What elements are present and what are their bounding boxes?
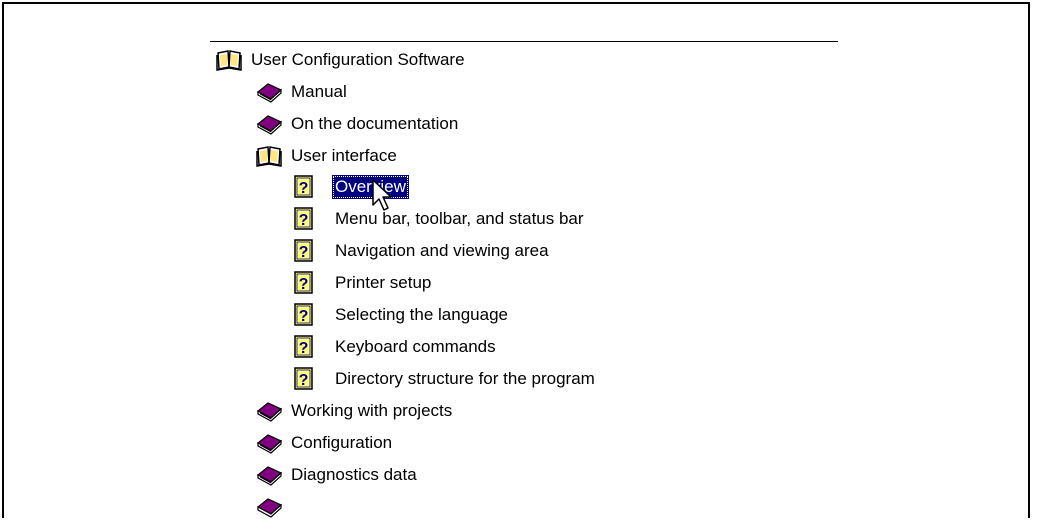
help-topic-icon: ? [294, 367, 314, 391]
tree-item-label: Overview [332, 175, 409, 199]
tree-topic-printer-setup[interactable]: ? Printer setup [294, 270, 434, 296]
contents-tree: User Configuration Software Manual On th… [0, 0, 1030, 518]
closed-book-icon [256, 496, 283, 518]
tree-topic-language[interactable]: ? Selecting the language [294, 302, 511, 328]
help-topic-icon: ? [294, 175, 314, 199]
tree-item-label [288, 506, 294, 508]
tree-item-label: Diagnostics data [291, 465, 417, 484]
tree-item-label: Configuration [291, 433, 393, 452]
tree-item-label: Menu bar, toolbar, and status bar [335, 209, 584, 228]
tree-topic-keyboard-commands[interactable]: ? Keyboard commands [294, 334, 499, 360]
tree-item-working-with-projects[interactable]: Working with projects [256, 398, 455, 424]
open-book-icon [256, 145, 282, 167]
open-book-icon [216, 49, 242, 71]
tree-item-partial[interactable] [256, 494, 294, 518]
tree-item-manual[interactable]: Manual [256, 79, 350, 105]
help-topic-icon: ? [294, 335, 314, 359]
tree-topic-overview[interactable]: ? Overview [294, 174, 409, 200]
closed-book-icon [256, 400, 283, 422]
tree-item-label: On the documentation [291, 114, 459, 133]
tree-item-diagnostics-data[interactable]: Diagnostics data [256, 462, 420, 488]
svg-text:?: ? [299, 180, 309, 197]
tree-item-label: Printer setup [335, 273, 432, 292]
tree-item-on-the-documentation[interactable]: On the documentation [256, 111, 461, 137]
closed-book-icon [256, 81, 283, 103]
svg-text:?: ? [299, 276, 309, 293]
tree-topic-directory-structure[interactable]: ? Directory structure for the program [294, 366, 598, 392]
help-topic-icon: ? [294, 239, 314, 263]
tree-item-label: Working with projects [291, 401, 453, 420]
svg-text:?: ? [299, 340, 309, 357]
svg-text:?: ? [299, 372, 309, 389]
svg-text:?: ? [299, 212, 309, 229]
tree-item-label: Selecting the language [335, 305, 508, 324]
help-topic-icon: ? [294, 303, 314, 327]
svg-text:?: ? [299, 244, 309, 261]
closed-book-icon [256, 432, 283, 454]
svg-text:?: ? [299, 308, 309, 325]
tree-item-label: User interface [291, 146, 397, 165]
tree-item-user-interface[interactable]: User interface [256, 143, 400, 169]
tree-item-label: User Configuration Software [251, 50, 465, 69]
tree-item-label: Directory structure for the program [335, 369, 595, 388]
tree-item-label: Manual [291, 82, 347, 101]
closed-book-icon [256, 464, 283, 486]
help-topic-icon: ? [294, 271, 314, 295]
closed-book-icon [256, 113, 283, 135]
tree-topic-menu-bar[interactable]: ? Menu bar, toolbar, and status bar [294, 206, 587, 232]
help-topic-icon: ? [294, 207, 314, 231]
tree-item-label: Navigation and viewing area [335, 241, 549, 260]
tree-item-configuration[interactable]: Configuration [256, 430, 395, 456]
tree-root[interactable]: User Configuration Software [216, 47, 468, 73]
tree-item-label: Keyboard commands [335, 337, 496, 356]
tree-topic-navigation[interactable]: ? Navigation and viewing area [294, 238, 552, 264]
